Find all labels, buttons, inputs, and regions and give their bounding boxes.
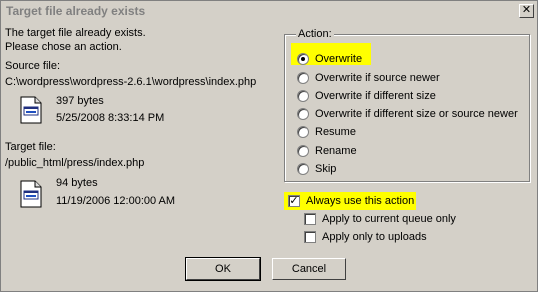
radio-overwrite-control[interactable]: [297, 53, 309, 65]
checkbox-current-queue-only[interactable]: Apply to current queue only: [304, 211, 456, 227]
radio-overwrite-label: Overwrite: [315, 53, 363, 65]
target-file-label: Target file:: [5, 141, 56, 153]
radio-rename-control[interactable]: [297, 145, 309, 157]
radio-resume-label: Resume: [315, 126, 356, 138]
radio-overwrite-if-different-size-control[interactable]: [297, 90, 309, 102]
dialog-title: Target file already exists: [6, 4, 146, 18]
source-file-path: C:\wordpress\wordpress-2.6.1\wordpress\i…: [5, 76, 257, 88]
radio-overwrite-if-different-size-or-newer-label: Overwrite if different size or source ne…: [315, 108, 518, 120]
checkbox-always-use-action[interactable]: ✓ Always use this action: [288, 193, 414, 209]
radio-overwrite[interactable]: Overwrite: [297, 51, 362, 67]
target-file-icon: [20, 180, 42, 208]
target-file-date: 11/19/2006 12:00:00 AM: [56, 195, 176, 207]
message-line-1: The target file already exists.: [5, 27, 146, 39]
radio-rename-label: Rename: [315, 145, 357, 157]
title-bar: Target file already exists ✕: [2, 2, 536, 21]
message-line-2: Please chose an action.: [5, 41, 122, 53]
source-file-size: 397 bytes: [56, 95, 104, 107]
close-button[interactable]: ✕: [519, 4, 534, 18]
checkbox-uploads-only-label: Apply only to uploads: [322, 231, 427, 243]
radio-overwrite-if-newer-label: Overwrite if source newer: [315, 72, 440, 84]
checkbox-always-use-action-label: Always use this action: [306, 195, 415, 207]
radio-resume-control[interactable]: [297, 126, 309, 138]
radio-overwrite-if-newer[interactable]: Overwrite if source newer: [297, 70, 440, 86]
source-file-date: 5/25/2008 8:33:14 PM: [56, 112, 165, 124]
radio-overwrite-if-different-size-or-newer[interactable]: Overwrite if different size or source ne…: [297, 106, 518, 122]
radio-skip[interactable]: Skip: [297, 161, 336, 177]
radio-rename[interactable]: Rename: [297, 143, 357, 159]
target-file-size: 94 bytes: [56, 177, 98, 189]
checkbox-uploads-only[interactable]: Apply only to uploads: [304, 229, 427, 245]
source-file-label: Source file:: [5, 60, 61, 72]
checkbox-current-queue-only-label: Apply to current queue only: [322, 213, 456, 225]
checkbox-uploads-only-control[interactable]: [304, 231, 316, 243]
source-file-icon: [20, 96, 42, 124]
radio-overwrite-if-different-size[interactable]: Overwrite if different size: [297, 88, 436, 104]
cancel-button[interactable]: Cancel: [272, 258, 346, 280]
radio-overwrite-if-different-size-label: Overwrite if different size: [315, 90, 436, 102]
radio-skip-label: Skip: [315, 163, 337, 175]
checkbox-current-queue-only-control[interactable]: [304, 213, 316, 225]
radio-overwrite-if-newer-control[interactable]: [297, 72, 309, 84]
ok-button[interactable]: OK: [185, 257, 261, 281]
radio-skip-control[interactable]: [297, 163, 309, 175]
radio-resume[interactable]: Resume: [297, 124, 356, 140]
target-file-path: /public_html/press/index.php: [5, 157, 145, 169]
radio-overwrite-if-different-size-or-newer-control[interactable]: [297, 108, 309, 120]
checkbox-always-use-action-control[interactable]: ✓: [288, 195, 300, 207]
action-group-label: Action:: [296, 28, 334, 40]
